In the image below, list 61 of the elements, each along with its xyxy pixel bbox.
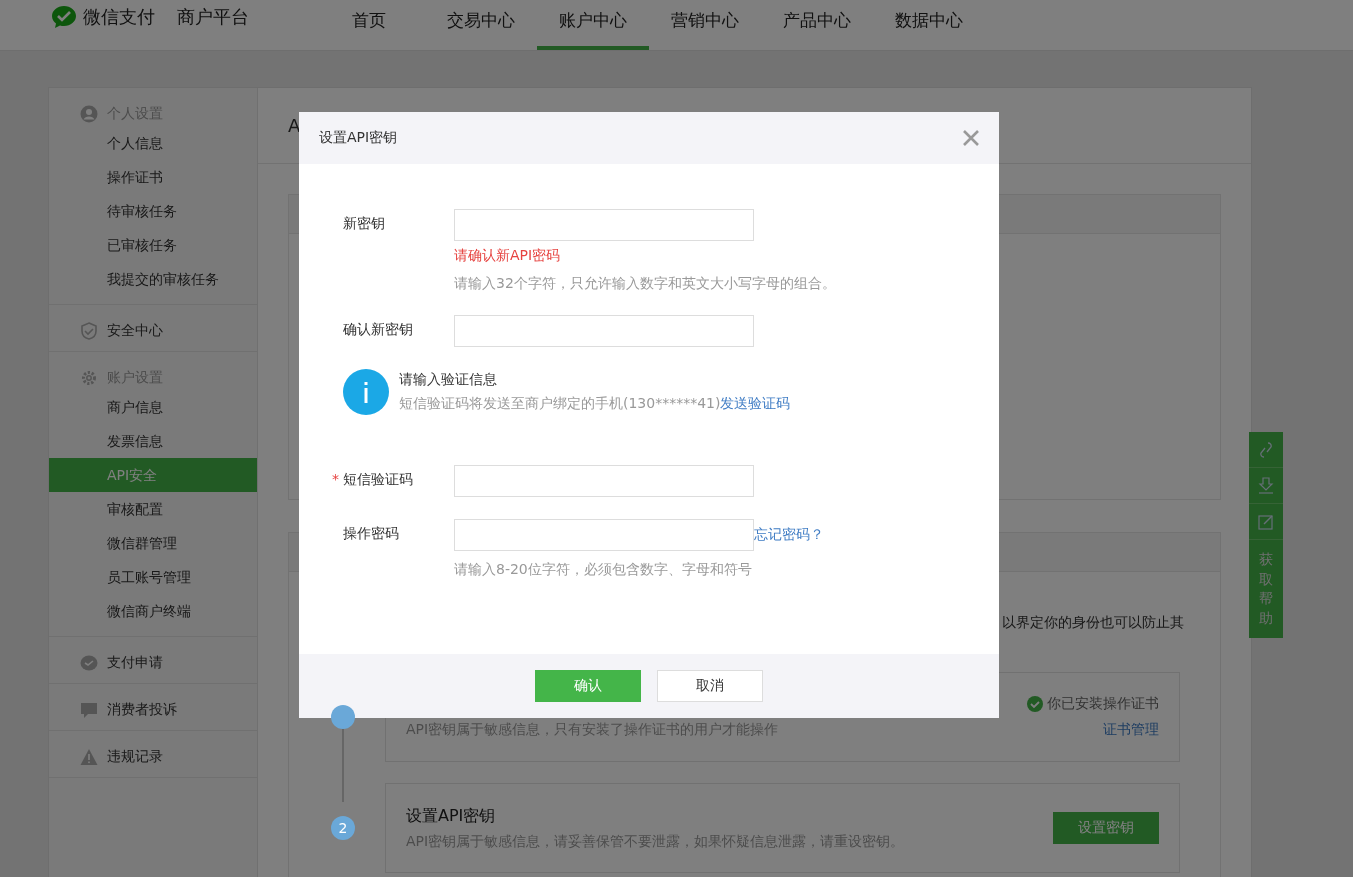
chat-check-icon <box>80 654 98 672</box>
step-number <box>331 705 355 729</box>
step-title: 设置API密钥 <box>406 805 497 827</box>
nav-tab[interactable]: 营销中心 <box>649 0 761 50</box>
platform-name: 商户平台 <box>177 5 249 29</box>
sidebar-link[interactable]: 支付申请 <box>107 654 163 672</box>
sidebar-item[interactable]: 待审核任务 <box>49 194 257 228</box>
sidebar-item[interactable]: 个人信息 <box>49 126 257 160</box>
field-hint: 请输入8-20位字符，必须包含数字、字母和符号 <box>454 561 753 579</box>
sidebar-item[interactable]: 微信商户终端 <box>49 594 257 628</box>
sidebar-item[interactable]: 审核配置 <box>49 492 257 526</box>
person-icon <box>80 105 98 123</box>
page-title: A <box>288 115 301 136</box>
gear-icon <box>80 369 98 387</box>
sidebar-link[interactable]: 违规记录 <box>107 748 163 766</box>
info-icon <box>343 369 389 415</box>
set-key-button[interactable]: 设置密钥 <box>1053 812 1159 844</box>
check-circle-icon <box>1027 696 1043 712</box>
field-label: 短信验证码 <box>343 471 413 487</box>
input-field[interactable] <box>454 519 754 551</box>
shield-icon <box>80 322 98 340</box>
required-mark: * <box>332 471 339 487</box>
sidebar-item[interactable]: 发票信息 <box>49 424 257 458</box>
field-label: 确认新密钥 <box>343 321 413 337</box>
sidebar-item[interactable]: API安全 <box>49 458 257 492</box>
confirm-button[interactable]: 确认 <box>535 670 641 702</box>
notice-text: 以界定你的身份也可以防止其 <box>1002 614 1184 630</box>
nav-tab[interactable]: 产品中心 <box>761 0 873 50</box>
sidebar-item[interactable]: 操作证书 <box>49 160 257 194</box>
nav-tab[interactable]: 交易中心 <box>425 0 537 50</box>
close-icon[interactable] <box>963 130 979 146</box>
info-text: 短信验证码将发送至商户绑定的手机(130******41)发送验证码 <box>399 395 791 413</box>
certificate-link[interactable]: 证书管理 <box>1103 721 1159 739</box>
cancel-button[interactable]: 取消 <box>657 670 763 702</box>
field-label: 新密钥 <box>343 215 385 231</box>
info-title: 请输入验证信息 <box>399 371 498 389</box>
field-hint: 请输入32个字符，只允许输入数字和英文大小写字母的组合。 <box>454 275 836 293</box>
sidebar-item[interactable]: 已审核任务 <box>49 228 257 262</box>
nav-tab[interactable]: 数据中心 <box>873 0 985 50</box>
error-message: 请确认新API密码 <box>454 247 562 265</box>
send-code-link[interactable]: 发送验证码 <box>720 395 791 411</box>
nav-tab[interactable]: 账户中心 <box>537 0 649 50</box>
warning-icon <box>80 748 98 766</box>
sidebar-link[interactable]: 安全中心 <box>107 322 163 340</box>
field-label: 操作密码 <box>343 525 399 541</box>
sidebar-item[interactable]: 微信群管理 <box>49 526 257 560</box>
input-field[interactable] <box>454 465 754 497</box>
sidebar-link[interactable]: 消费者投诉 <box>107 701 177 719</box>
wechat-pay-logo-icon <box>51 5 77 29</box>
sidebar-item[interactable]: 我提交的审核任务 <box>49 262 257 296</box>
forgot-password-link[interactable]: 忘记密码？ <box>754 526 824 544</box>
input-field[interactable] <box>454 209 754 241</box>
dialog-title: 设置API密钥 <box>319 129 398 147</box>
input-field[interactable] <box>454 315 754 347</box>
sidebar-item[interactable]: 商户信息 <box>49 390 257 424</box>
sidebar-item[interactable]: 员工账号管理 <box>49 560 257 594</box>
nav-tab[interactable]: 首页 <box>313 0 425 50</box>
status-text: 你已安装操作证书 <box>1047 695 1159 713</box>
speech-bubble-icon <box>80 701 98 719</box>
logo-text: 微信支付 <box>83 5 155 29</box>
step-number: 2 <box>331 816 355 840</box>
